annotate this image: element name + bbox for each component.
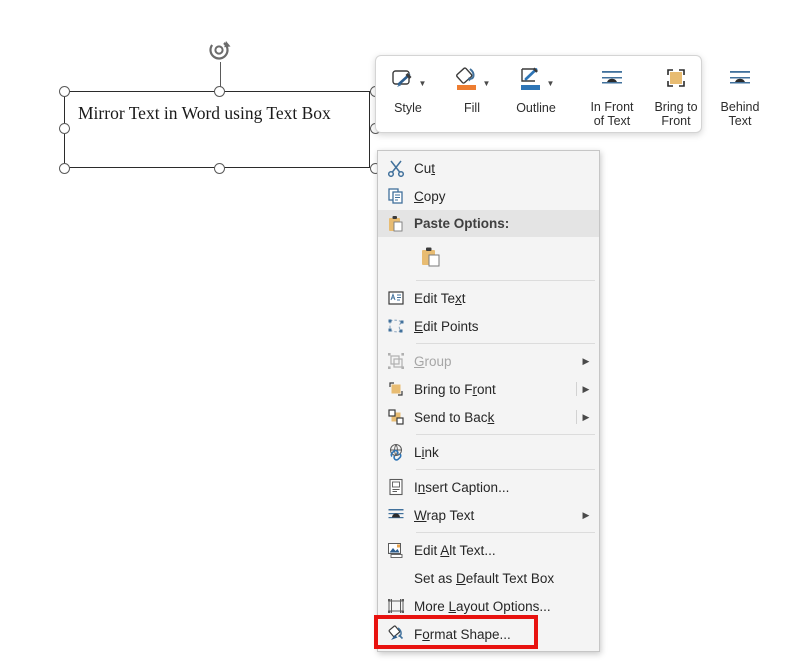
chevron-right-icon: ▶ [577, 412, 595, 423]
menu-item-wrap-text[interactable]: Wrap Text ▶ [378, 501, 599, 529]
menu-item-copy-label: Copy [414, 189, 595, 204]
fill-button[interactable]: ▼ Fill [440, 56, 504, 132]
menu-item-link[interactable]: Link [378, 438, 599, 466]
menu-header-paste-options-label: Paste Options: [414, 216, 595, 231]
in-front-of-text-button[interactable]: In Front of Text [580, 56, 644, 132]
bring-to-front-icon-row [663, 65, 689, 98]
menu-item-format-shape[interactable]: Format Shape... [378, 620, 599, 648]
edit-text-icon [378, 289, 414, 307]
menu-item-bring-to-front[interactable]: Bring to Front ▶ [378, 375, 599, 403]
outline-label: Outline [516, 101, 556, 115]
resize-handle-bottom-left[interactable] [59, 163, 70, 174]
fill-icon-row: ▼ [454, 65, 491, 99]
menu-separator [416, 343, 595, 344]
link-icon [378, 443, 414, 461]
fill-bucket-icon [454, 65, 480, 100]
menu-separator [416, 469, 595, 470]
edit-points-icon [378, 317, 414, 335]
behind-text-button[interactable]: Behind Text [708, 56, 772, 132]
menu-item-edit-points[interactable]: Edit Points [378, 312, 599, 340]
style-label: Style [394, 101, 422, 115]
menu-separator [416, 532, 595, 533]
more-layout-options-icon [378, 597, 414, 615]
menu-item-link-label: Link [414, 445, 595, 460]
outline-button[interactable]: ▼ Outline [504, 56, 568, 132]
menu-item-group[interactable]: Group ▶ [378, 347, 599, 375]
bring-to-front-button[interactable]: Bring to Front [644, 56, 708, 132]
in-front-of-text-icon [599, 66, 625, 97]
menu-submenu-divider [576, 410, 577, 424]
paste-options-row [378, 237, 599, 277]
bring-to-front-icon [663, 66, 689, 97]
copy-icon [378, 187, 414, 205]
scissors-icon [378, 159, 414, 177]
chevron-right-icon: ▶ [577, 356, 595, 367]
menu-item-bring-to-front-label: Bring to Front [414, 382, 577, 397]
menu-item-copy[interactable]: Copy [378, 182, 599, 210]
shape-mini-toolbar: ▼ Style ▼ Fill [375, 55, 702, 133]
chevron-right-icon: ▶ [577, 384, 595, 395]
menu-item-edit-alt-text-label: Edit Alt Text... [414, 543, 595, 558]
bring-to-front-label: Bring to Front [654, 100, 697, 128]
shape-context-menu: Cut Copy Paste Options: [377, 150, 600, 652]
menu-item-insert-caption-label: Insert Caption... [414, 480, 595, 495]
menu-item-set-as-default-text-box[interactable]: Set as Default Text Box [378, 564, 599, 592]
menu-item-edit-alt-text[interactable]: Edit Alt Text... [378, 536, 599, 564]
in-front-of-text-label: In Front of Text [590, 100, 633, 128]
menu-item-cut-label: Cut [414, 161, 595, 176]
resize-handle-bottom-center[interactable] [214, 163, 225, 174]
group-icon [378, 352, 414, 370]
rotate-handle[interactable] [207, 37, 234, 64]
style-button[interactable]: ▼ Style [376, 56, 440, 132]
outline-chevron-down-icon[interactable]: ▼ [547, 80, 555, 88]
style-icon-row: ▼ [390, 65, 427, 99]
menu-item-cut[interactable]: Cut [378, 154, 599, 182]
menu-item-more-layout-options-label: More Layout Options... [414, 599, 595, 614]
in-front-of-text-icon-row [599, 65, 625, 98]
menu-item-send-to-back-label: Send to Back [414, 410, 577, 425]
style-chevron-down-icon[interactable]: ▼ [419, 80, 427, 88]
wrap-text-icon [378, 506, 414, 524]
menu-item-group-label: Group [414, 354, 577, 369]
menu-separator [416, 280, 595, 281]
outline-icon-row: ▼ [518, 65, 555, 99]
menu-item-set-as-default-text-box-label: Set as Default Text Box [414, 571, 595, 586]
mini-toolbar-format-group: ▼ Style ▼ Fill [376, 56, 568, 132]
behind-text-label: Behind Text [721, 100, 760, 128]
menu-item-format-shape-label: Format Shape... [414, 627, 595, 642]
menu-header-paste-options: Paste Options: [378, 210, 599, 237]
resize-handle-top-left[interactable] [59, 86, 70, 97]
behind-text-icon [727, 66, 753, 97]
insert-caption-icon [378, 478, 414, 496]
send-to-back-small-icon [378, 408, 414, 426]
mini-toolbar-arrange-group: In Front of Text Bring to Front [580, 56, 772, 132]
bring-to-front-small-icon [378, 380, 414, 398]
text-box-content[interactable]: Mirror Text in Word using Text Box [78, 100, 360, 127]
resize-handle-middle-left[interactable] [59, 123, 70, 134]
resize-handle-top-center[interactable] [214, 86, 225, 97]
paste-keep-source-formatting-icon[interactable] [416, 242, 446, 272]
menu-item-insert-caption[interactable]: Insert Caption... [378, 473, 599, 501]
menu-separator [416, 434, 595, 435]
chevron-right-icon: ▶ [577, 510, 595, 521]
outline-pen-icon [518, 65, 544, 100]
menu-item-send-to-back[interactable]: Send to Back ▶ [378, 403, 599, 431]
menu-item-edit-text-label: Edit Text [414, 291, 595, 306]
menu-submenu-divider [576, 382, 577, 396]
edit-alt-text-icon [378, 541, 414, 559]
format-shape-icon [378, 625, 414, 643]
menu-item-edit-text[interactable]: Edit Text [378, 284, 599, 312]
menu-item-more-layout-options[interactable]: More Layout Options... [378, 592, 599, 620]
menu-item-wrap-text-label: Wrap Text [414, 508, 577, 523]
behind-text-icon-row [727, 65, 753, 98]
clipboard-icon [378, 215, 414, 233]
fill-label: Fill [464, 101, 480, 115]
fill-chevron-down-icon[interactable]: ▼ [483, 80, 491, 88]
shape-style-icon [390, 67, 416, 98]
menu-item-edit-points-label: Edit Points [414, 319, 595, 334]
